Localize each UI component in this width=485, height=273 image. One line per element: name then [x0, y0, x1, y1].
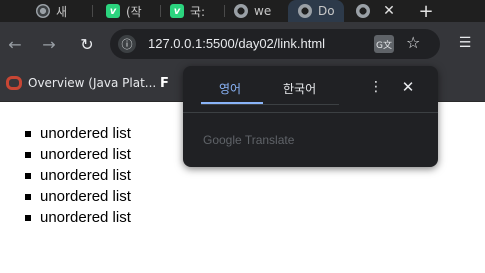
- globe-icon: [356, 4, 370, 18]
- bookmark-f[interactable]: F: [160, 76, 169, 91]
- address-bar[interactable]: ⓘ 127.0.0.1:5500/day02/link.html G文 ☆: [110, 29, 440, 59]
- reading-list-icon[interactable]: ☰: [456, 34, 474, 52]
- list-item: unordered list: [25, 146, 131, 163]
- tab-3-title: 국:: [190, 4, 206, 19]
- globe-icon: [298, 4, 312, 18]
- v-icon: v: [170, 4, 184, 18]
- v-icon: v: [106, 4, 120, 18]
- tab-5-active[interactable]: Do: [288, 0, 344, 22]
- reload-button[interactable]: ↻: [76, 33, 98, 55]
- url-text[interactable]: 127.0.0.1:5500/day02/link.html: [148, 36, 325, 51]
- tab-track: [201, 104, 339, 105]
- chrome-icon: [36, 4, 50, 18]
- toolbar: ← → ↻ ⓘ 127.0.0.1:5500/day02/link.html G…: [0, 22, 485, 66]
- tab-1[interactable]: 새: [36, 0, 84, 22]
- back-button[interactable]: ←: [4, 33, 26, 55]
- tab-3[interactable]: v 국:: [170, 0, 220, 22]
- tab-2-title: (작: [126, 4, 142, 19]
- tab-target-language[interactable]: 한국어: [283, 80, 316, 97]
- tab-4[interactable]: we: [234, 0, 282, 22]
- translate-popup: 영어 한국어 ⋮ ✕ Google Translate: [183, 66, 438, 167]
- active-tab-indicator: [201, 102, 263, 104]
- tab-source-language[interactable]: 영어: [219, 80, 241, 97]
- google-translate-logo: Google Translate: [203, 133, 295, 147]
- bookmark-label: Overview (Java Plat...: [28, 76, 157, 90]
- close-icon[interactable]: ✕: [399, 77, 417, 97]
- tab-1-title: 새: [56, 4, 68, 19]
- list-item: unordered list: [25, 167, 131, 184]
- tab-4-title: we: [254, 4, 272, 18]
- tab-5-title: Do: [318, 4, 335, 18]
- tab-separator: [224, 5, 225, 17]
- more-options-icon[interactable]: ⋮: [368, 77, 384, 97]
- bookmark-overview[interactable]: Overview (Java Plat...: [6, 76, 156, 90]
- tab-6[interactable]: [356, 0, 374, 22]
- list-item: unordered list: [25, 125, 131, 142]
- unordered-list: unordered list unordered list unordered …: [25, 123, 131, 228]
- forward-button[interactable]: →: [38, 33, 60, 55]
- divider: [183, 112, 438, 113]
- translate-icon[interactable]: G文: [374, 35, 394, 53]
- list-item: unordered list: [25, 209, 131, 226]
- site-info-icon[interactable]: ⓘ: [118, 35, 136, 53]
- tab-separator: [92, 5, 93, 17]
- tab-strip: 새 v (작 v 국: we Do ✕ +: [0, 0, 485, 22]
- new-tab-button[interactable]: +: [416, 0, 436, 22]
- star-icon[interactable]: ☆: [406, 33, 420, 52]
- f-icon: F: [160, 76, 169, 91]
- oracle-icon: [6, 76, 22, 90]
- tab-separator: [160, 5, 161, 17]
- list-item: unordered list: [25, 188, 131, 205]
- tab-2[interactable]: v (작: [106, 0, 156, 22]
- globe-icon: [234, 4, 248, 18]
- close-tab-button[interactable]: ✕: [380, 0, 398, 22]
